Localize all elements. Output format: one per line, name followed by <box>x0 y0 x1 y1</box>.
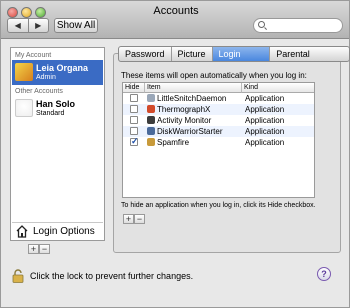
item-name: LittleSnitchDaemon <box>157 94 227 103</box>
search-input[interactable] <box>268 19 340 32</box>
login-items-intro: These items will open automatically when… <box>121 71 307 80</box>
little-snitch-icon <box>147 94 155 102</box>
item-kind: Application <box>245 138 285 147</box>
avatar <box>15 63 33 81</box>
hide-help-text: To hide an application when you log in, … <box>121 202 316 209</box>
user-han-solo[interactable]: Han Solo Standard <box>12 96 103 121</box>
column-header-item[interactable]: Item <box>145 83 242 93</box>
remove-login-item-button[interactable]: − <box>134 214 145 224</box>
user-role: Admin <box>36 74 56 81</box>
house-icon <box>16 225 28 238</box>
login-items-table: Hide Item Kind LittleSnitchDaemon Applic… <box>122 82 315 198</box>
hide-checkbox[interactable] <box>130 94 138 102</box>
item-kind: Application <box>245 94 285 103</box>
forward-button[interactable]: ▶ <box>29 19 49 32</box>
login-options-label: Login Options <box>33 226 95 237</box>
search-icon <box>258 21 265 28</box>
close-button[interactable] <box>7 7 18 18</box>
login-options-item[interactable]: Login Options <box>12 222 103 241</box>
column-header-kind[interactable]: Kind <box>242 83 314 93</box>
activity-monitor-icon <box>147 116 155 124</box>
hide-checkbox[interactable] <box>130 105 138 113</box>
item-kind: Application <box>245 127 285 136</box>
lock-icon[interactable] <box>12 269 24 283</box>
item-name: Spamfire <box>157 138 190 147</box>
accounts-sidebar: My Account Leia Organa Admin Other Accou… <box>10 47 105 241</box>
window-title: Accounts <box>153 5 199 17</box>
my-account-header: My Account <box>15 52 52 59</box>
remove-user-button[interactable]: − <box>39 244 50 254</box>
avatar <box>15 99 33 117</box>
back-button[interactable]: ◀ <box>8 19 29 32</box>
user-name: Leia Organa <box>36 63 89 73</box>
add-user-button[interactable]: + <box>28 244 39 254</box>
item-name: ThermographX <box>157 105 211 114</box>
search-field[interactable] <box>253 18 343 33</box>
thermograph-icon <box>147 105 155 113</box>
hide-checkbox[interactable] <box>130 127 138 135</box>
column-header-hide[interactable]: Hide <box>123 83 145 93</box>
minimize-button[interactable] <box>21 7 32 18</box>
user-leia-organa[interactable]: Leia Organa Admin <box>12 60 103 85</box>
tab-bar: Password Picture Login Items Parental Co… <box>118 46 350 62</box>
other-accounts-header: Other Accounts <box>15 88 63 95</box>
show-all-button[interactable]: Show All <box>54 18 98 33</box>
diskwarrior-icon <box>147 127 155 135</box>
table-row[interactable]: DiskWarriorStarter Application <box>123 126 314 137</box>
lock-status-text: Click the lock to prevent further change… <box>30 271 194 281</box>
hide-checkbox[interactable] <box>130 136 139 147</box>
user-name: Han Solo <box>36 99 76 109</box>
tab-password[interactable]: Password <box>119 47 172 61</box>
table-row[interactable]: Activity Monitor Application <box>123 115 314 126</box>
zoom-button[interactable] <box>35 7 46 18</box>
add-login-item-button[interactable]: + <box>123 214 134 224</box>
user-role: Standard <box>36 110 65 117</box>
table-row[interactable]: Spamfire Application <box>123 136 314 148</box>
help-button[interactable]: ? <box>317 267 331 281</box>
item-kind: Application <box>245 116 285 125</box>
table-row[interactable]: ThermographX Application <box>123 104 314 115</box>
item-kind: Application <box>245 105 285 114</box>
nav-buttons: ◀ ▶ <box>7 18 49 33</box>
title-bar: Accounts ◀ ▶ Show All <box>1 1 349 39</box>
tab-picture[interactable]: Picture <box>172 47 213 61</box>
table-row[interactable]: LittleSnitchDaemon Application <box>123 93 314 104</box>
spamfire-icon <box>147 138 155 146</box>
tab-parental-controls[interactable]: Parental Controls <box>270 47 349 61</box>
item-name: Activity Monitor <box>157 116 212 125</box>
item-name: DiskWarriorStarter <box>157 127 223 136</box>
tab-login-items[interactable]: Login Items <box>212 47 271 61</box>
hide-checkbox[interactable] <box>130 116 138 124</box>
